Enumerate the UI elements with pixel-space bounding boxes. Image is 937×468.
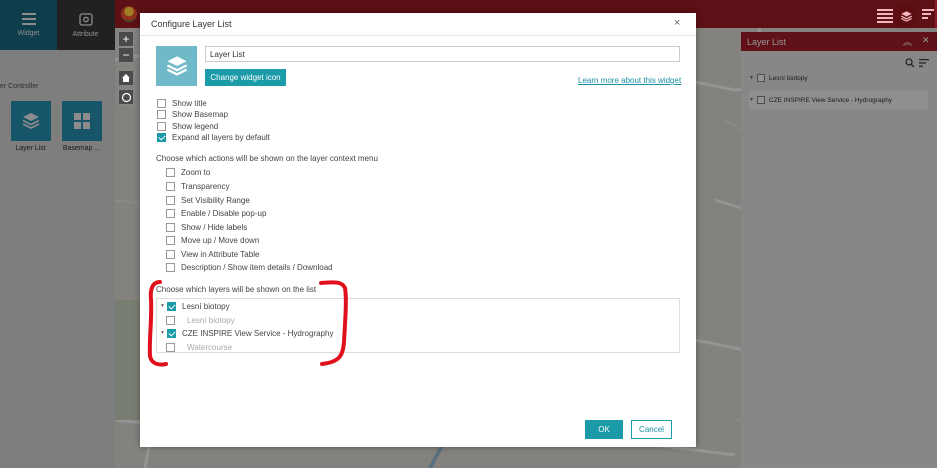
dialog-divider bbox=[140, 35, 696, 36]
zoom-in-label: + bbox=[122, 32, 130, 46]
layer-checkbox[interactable] bbox=[167, 301, 176, 311]
show-legend-label: Show legend bbox=[172, 122, 219, 131]
learn-more-link[interactable]: Learn more about this widget bbox=[578, 76, 681, 85]
zoom-out-button[interactable]: − bbox=[118, 47, 134, 63]
action-label: Enable / Disable pop-up bbox=[181, 209, 267, 218]
layer-tree-item[interactable]: ▼ Lesní biotopy bbox=[160, 300, 230, 312]
cancel-button[interactable]: Cancel bbox=[631, 420, 672, 439]
show-title-checkbox[interactable] bbox=[157, 99, 166, 108]
action-checkbox[interactable] bbox=[166, 223, 175, 232]
show-basemap-label: Show Basemap bbox=[172, 110, 229, 119]
layer-tree-item[interactable]: ▼ CZE INSPIRE View Service - Hydrography bbox=[160, 327, 333, 339]
layer-list-panel: Layer List ︽ ✕ ▼ Lesní biotopy ▼ CZE INS… bbox=[741, 32, 937, 468]
layers-section-label: Choose which layers will be shown on the… bbox=[156, 285, 317, 294]
filter-icon[interactable] bbox=[922, 9, 934, 21]
action-label: Show / Hide labels bbox=[181, 223, 248, 232]
widget-name-input[interactable] bbox=[205, 46, 680, 62]
layer-label: CZE INSPIRE View Service - Hydrography bbox=[182, 328, 334, 338]
header-layers-button[interactable] bbox=[896, 6, 916, 26]
layer-checkbox[interactable] bbox=[166, 342, 175, 352]
action-option[interactable]: Description / Show item details / Downlo… bbox=[166, 262, 333, 273]
layer-checkbox[interactable] bbox=[167, 328, 176, 338]
zoom-out-label: − bbox=[122, 48, 130, 62]
layer-label: Watercourse bbox=[187, 342, 233, 352]
show-title-label: Show title bbox=[172, 99, 207, 108]
modal-overlay-right bbox=[741, 32, 937, 468]
layer-tree-item[interactable]: Watercourse bbox=[166, 341, 232, 353]
action-option[interactable]: Move up / Move down bbox=[166, 235, 259, 246]
configure-dialog: Configure Layer List × Change widget ico… bbox=[140, 13, 696, 447]
locate-button[interactable] bbox=[118, 89, 134, 105]
show-legend-option[interactable]: Show legend bbox=[157, 121, 218, 132]
action-checkbox[interactable] bbox=[166, 263, 175, 272]
action-label: Zoom to bbox=[181, 168, 211, 177]
expand-icon[interactable]: ▼ bbox=[160, 303, 167, 309]
layers-tree: ▼ Lesní biotopy Lesní biotopy ▼ CZE INSP… bbox=[156, 298, 680, 353]
show-basemap-option[interactable]: Show Basemap bbox=[157, 109, 228, 120]
home-icon bbox=[122, 74, 130, 82]
list-icon[interactable] bbox=[877, 9, 893, 23]
action-label: Move up / Move down bbox=[181, 236, 260, 245]
actions-section-label: Choose which actions will be shown on th… bbox=[156, 154, 378, 163]
show-legend-checkbox[interactable] bbox=[157, 122, 166, 131]
change-widget-icon-button[interactable]: Change widget icon bbox=[205, 69, 286, 86]
action-option[interactable]: View in Attribute Table bbox=[166, 249, 259, 260]
layers-icon bbox=[166, 56, 187, 76]
action-option[interactable]: Show / Hide labels bbox=[166, 222, 247, 233]
action-checkbox[interactable] bbox=[166, 250, 175, 259]
ok-button[interactable]: OK bbox=[585, 420, 623, 439]
action-option[interactable]: Zoom to bbox=[166, 167, 210, 178]
layer-tree-item[interactable]: Lesní biotopy bbox=[166, 314, 235, 326]
action-label: Set Visibility Range bbox=[181, 196, 250, 205]
show-title-option[interactable]: Show title bbox=[157, 98, 207, 109]
action-label: View in Attribute Table bbox=[181, 250, 260, 259]
action-checkbox[interactable] bbox=[166, 209, 175, 218]
widget-icon-preview bbox=[156, 46, 197, 86]
layer-label: Lesní biotopy bbox=[187, 315, 235, 325]
home-button[interactable] bbox=[118, 70, 134, 86]
action-checkbox[interactable] bbox=[166, 196, 175, 205]
zoom-in-button[interactable]: + bbox=[118, 31, 134, 47]
action-label: Description / Show item details / Downlo… bbox=[181, 263, 333, 272]
expand-icon[interactable]: ▼ bbox=[160, 330, 167, 336]
locate-icon bbox=[121, 92, 131, 102]
action-checkbox[interactable] bbox=[166, 182, 175, 191]
layer-checkbox[interactable] bbox=[166, 315, 175, 325]
action-checkbox[interactable] bbox=[166, 236, 175, 245]
expand-layers-label: Expand all layers by default bbox=[172, 133, 270, 142]
dialog-close-icon[interactable]: × bbox=[674, 17, 680, 29]
expand-layers-option[interactable]: Expand all layers by default bbox=[157, 132, 270, 143]
dialog-title: Configure Layer List bbox=[151, 19, 232, 29]
action-option[interactable]: Enable / Disable pop-up bbox=[166, 208, 266, 219]
modal-overlay-left bbox=[0, 0, 115, 468]
action-option[interactable]: Set Visibility Range bbox=[166, 195, 250, 206]
action-checkbox[interactable] bbox=[166, 168, 175, 177]
layer-label: Lesní biotopy bbox=[182, 301, 230, 311]
show-basemap-checkbox[interactable] bbox=[157, 110, 166, 119]
expand-layers-checkbox[interactable] bbox=[157, 133, 166, 142]
layers-icon bbox=[900, 10, 912, 22]
builder-panel: Widget Attribute er Controller Layer Lis… bbox=[0, 0, 115, 468]
action-option[interactable]: Transparency bbox=[166, 181, 230, 192]
action-label: Transparency bbox=[181, 182, 230, 191]
